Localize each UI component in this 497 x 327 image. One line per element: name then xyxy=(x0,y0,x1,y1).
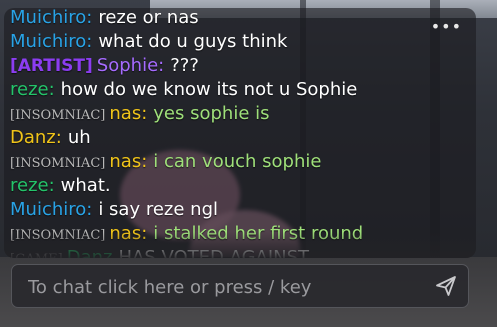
send-icon[interactable] xyxy=(434,274,458,298)
chat-message-text: yes sophie is xyxy=(153,103,270,124)
chat-message-text: how do we know its not u Sophie xyxy=(60,79,358,100)
chat-message-text: i say reze ngl xyxy=(98,199,218,220)
chat-username[interactable]: Muichiro: xyxy=(10,8,92,28)
chat-window: ••• Muichiro: reze or nas Muichiro: what do… xyxy=(4,8,476,258)
chat-message: [INSOMNIAC] nas: i can vouch sophie xyxy=(10,150,436,174)
chat-message-text: i can vouch sophie xyxy=(153,151,322,172)
chat-message: Muichiro: what do u guys think xyxy=(10,30,436,54)
chat-message-text: reze or nas xyxy=(98,8,199,28)
chat-message: Muichiro: i say reze ngl xyxy=(10,198,436,222)
chat-role-tag: [INSOMNIAC] xyxy=(10,156,106,171)
chat-username[interactable]: nas: xyxy=(109,151,147,172)
chat-username[interactable]: Sophie: xyxy=(97,55,164,76)
chat-message: reze: what. xyxy=(10,174,436,198)
chat-role-tag: [INSOMNIAC] xyxy=(10,108,106,123)
chat-input-bar[interactable] xyxy=(11,264,469,309)
chat-username[interactable]: reze: xyxy=(10,175,55,196)
chat-role-tag: [ARTIST] xyxy=(10,56,93,76)
chat-message: Muichiro: reze or nas xyxy=(10,8,436,30)
chat-message: [ARTIST] Sophie:??? xyxy=(10,54,436,78)
chat-message: [INSOMNIAC] nas: yes sophie is xyxy=(10,102,436,126)
chat-username[interactable]: reze: xyxy=(10,79,55,100)
chat-username[interactable]: Danz: xyxy=(10,127,62,148)
chat-fade xyxy=(4,232,476,258)
chat-message-text: uh xyxy=(67,127,91,148)
chat-message: reze: how do we know its not u Sophie xyxy=(10,78,436,102)
chat-message-text: what do u guys think xyxy=(98,31,288,52)
chat-message-text: what. xyxy=(60,175,111,196)
chat-username[interactable]: Muichiro: xyxy=(10,31,92,52)
chat-log[interactable]: Muichiro: reze or nas Muichiro: what do u g… xyxy=(10,8,436,258)
chat-message: Danz: uh xyxy=(10,126,436,150)
chat-username[interactable]: nas: xyxy=(109,103,147,124)
chat-message-text: ??? xyxy=(170,55,199,76)
chat-input[interactable] xyxy=(26,265,430,309)
chat-username[interactable]: Muichiro: xyxy=(10,199,92,220)
